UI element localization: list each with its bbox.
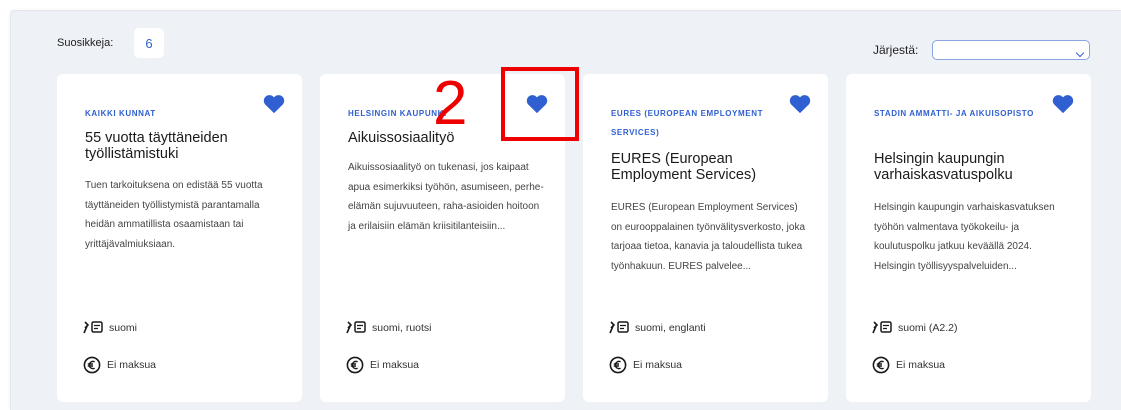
language-icon: [83, 321, 103, 334]
card-title[interactable]: 55 vuotta täyttäneiden työllistämistuki: [85, 130, 280, 162]
heart-icon[interactable]: [1052, 94, 1074, 114]
card-price: Ei maksua: [872, 356, 945, 374]
card-organization: KAIKKI KUNNAT: [85, 109, 156, 118]
card-title[interactable]: EURES (European Employment Services): [611, 151, 806, 183]
heart-icon[interactable]: [263, 94, 285, 114]
card-price: Ei maksua: [609, 356, 682, 374]
card-organization: STADIN AMMATTI- JA AIKUISOPISTO: [874, 109, 1034, 118]
favorites-label: Suosikkeja:: [57, 37, 114, 49]
card-languages-text: suomi, ruotsi: [372, 322, 432, 334]
service-card[interactable]: STADIN AMMATTI- JA AIKUISOPISTO Helsingi…: [846, 74, 1091, 402]
euro-icon: [346, 356, 364, 374]
card-price-text: Ei maksua: [633, 359, 683, 371]
service-card[interactable]: EURES (EUROPEAN EMPLOYMENT SERVICES) EUR…: [583, 74, 828, 402]
card-languages-text: suomi (A2.2): [898, 322, 958, 334]
euro-icon: [872, 356, 890, 374]
card-organization: EURES (EUROPEAN EMPLOYMENT SERVICES): [611, 109, 764, 137]
chevron-down-icon: [1075, 48, 1085, 58]
card-price-text: Ei maksua: [370, 359, 420, 371]
card-description: Helsingin kaupungin varhaiskasvatuksen t…: [874, 202, 1055, 272]
annotation-number: 2: [433, 69, 468, 138]
heart-icon[interactable]: [789, 94, 811, 114]
euro-icon: [609, 356, 627, 374]
card-description: Aikuissosiaalityö on tukenasi, jos kaipa…: [348, 162, 544, 232]
card-languages: suomi (A2.2): [872, 320, 958, 336]
sort-select[interactable]: [932, 40, 1090, 60]
favorites-count-badge: 6: [134, 28, 164, 58]
language-icon: [346, 321, 366, 334]
sort-label: Järjestä:: [873, 43, 919, 57]
card-price-text: Ei maksua: [107, 359, 157, 371]
card-languages-text: suomi: [109, 322, 138, 334]
language-icon: [609, 321, 629, 334]
card-description: Tuen tarkoituksena on edistää 55 vuotta …: [85, 180, 263, 250]
card-languages: suomi: [83, 320, 137, 336]
card-languages: suomi, ruotsi: [346, 320, 432, 336]
card-price-text: Ei maksua: [896, 359, 946, 371]
euro-icon: [83, 356, 101, 374]
card-price: Ei maksua: [83, 356, 156, 374]
service-card[interactable]: KAIKKI KUNNAT 55 vuotta täyttäneiden työ…: [57, 74, 302, 402]
annotation-highlight-box: [501, 67, 579, 141]
language-icon: [872, 321, 892, 334]
card-price: Ei maksua: [346, 356, 419, 374]
card-description: EURES (European Employment Services) on …: [611, 202, 806, 272]
card-title[interactable]: Helsingin kaupungin varhaiskasvatuspolku: [874, 151, 1069, 183]
card-languages-text: suomi, englanti: [635, 322, 706, 334]
card-languages: suomi, englanti: [609, 320, 706, 336]
